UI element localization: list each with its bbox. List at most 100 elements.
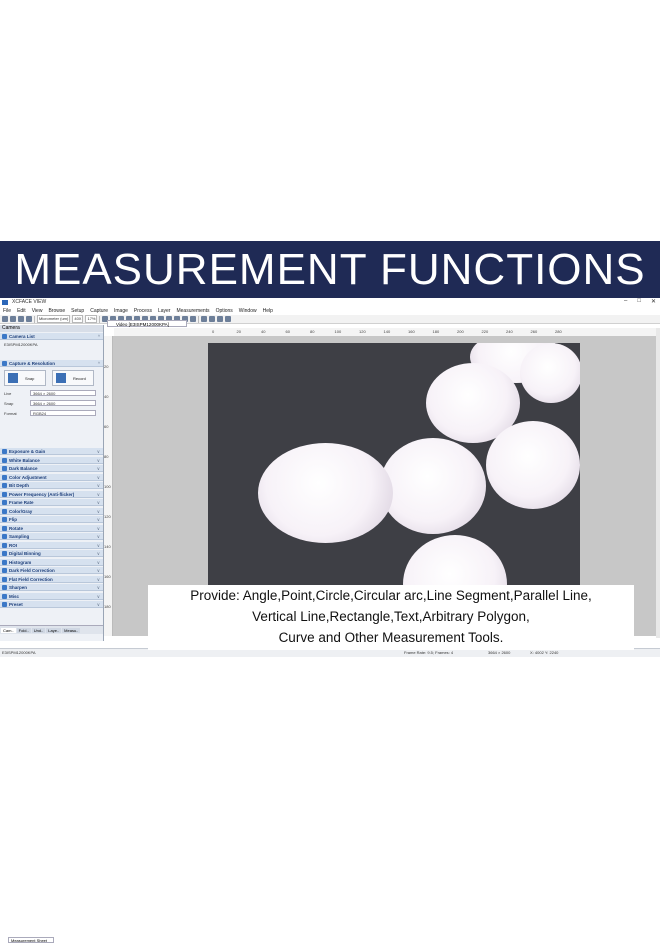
ruler-tick-label: 40 (261, 329, 266, 334)
section-bit-depth[interactable]: Bit Depth ∨ (0, 482, 103, 489)
expand-icon[interactable]: ∨ (97, 542, 100, 549)
expand-icon[interactable]: ∨ (97, 576, 100, 583)
menu-process[interactable]: Process (134, 308, 152, 314)
section-rotate[interactable]: Rotate ∨ (0, 524, 103, 532)
live-resolution-select[interactable]: 3664 × 2600 (30, 390, 96, 396)
video-tab[interactable]: Video [E3ISPM12000KPA] (107, 320, 187, 327)
menu-view[interactable]: View (32, 308, 43, 314)
snap-resolution-select[interactable]: 3664 × 2600 (30, 400, 96, 406)
expand-icon[interactable]: ∨ (97, 491, 100, 498)
section-frame-rate[interactable]: Frame Rate ∨ (0, 499, 103, 506)
feature-caption: Provide: Angle,Point,Circle,Circular arc… (148, 585, 634, 650)
expand-icon[interactable]: ∨ (97, 465, 100, 472)
status-device: E3ISPM12000KPA (2, 650, 36, 655)
menu-options[interactable]: Options (216, 308, 233, 314)
ruler-tick-label: 260 (530, 329, 538, 334)
section-dark-balance[interactable]: Dark Balance ∨ (0, 465, 103, 472)
expand-icon[interactable]: ∨ (97, 584, 100, 591)
menu-edit[interactable]: Edit (17, 308, 26, 314)
section-label: Power Frequency (Anti-flicker) (9, 491, 75, 497)
expand-icon[interactable]: ∨ (97, 482, 100, 489)
camera-device[interactable]: E3ISPM12000KPA (4, 342, 38, 347)
menu-file[interactable]: File (3, 308, 11, 314)
section-icon (2, 517, 7, 522)
menu-window[interactable]: Window (239, 308, 257, 314)
section-flat-field-correction[interactable]: Flat Field Correction ∨ (0, 575, 103, 583)
menu-capture[interactable]: Capture (90, 308, 108, 314)
menu-layer[interactable]: Layer (158, 308, 171, 314)
folder-icon[interactable] (26, 316, 32, 322)
section-color-adjustment[interactable]: Color Adjustment ∨ (0, 473, 103, 481)
collapse-icon[interactable]: ^ (98, 360, 100, 367)
section-flip[interactable]: Flip ∨ (0, 516, 103, 523)
menu-image[interactable]: Image (114, 308, 128, 314)
menu-setup[interactable]: Setup (71, 308, 84, 314)
expand-icon[interactable]: ∨ (97, 516, 100, 523)
print-icon[interactable] (18, 316, 24, 322)
section-sharpen[interactable]: Sharpen ∨ (0, 584, 103, 591)
section-dark-field-correction[interactable]: Dark Field Correction ∨ (0, 567, 103, 574)
panel-header: Camera (0, 325, 103, 332)
ruler-tick-label: 40 (104, 394, 109, 399)
menu-browse[interactable]: Browse (48, 308, 65, 314)
format-select[interactable]: RGB24 (30, 410, 96, 416)
expand-icon[interactable]: ∨ (97, 474, 100, 481)
section-camera-list[interactable]: Camera List ^ (0, 333, 103, 340)
calibrate-icon[interactable] (217, 316, 224, 322)
menu-help[interactable]: Help (263, 308, 273, 314)
layer-icon[interactable] (201, 316, 208, 322)
expand-icon[interactable]: ∨ (97, 550, 100, 557)
expand-icon[interactable]: ∨ (97, 508, 100, 515)
section-histogram[interactable]: Histogram ∨ (0, 558, 103, 566)
expand-icon[interactable]: ∨ (97, 567, 100, 574)
section-color-gray[interactable]: Color/Gray ∨ (0, 507, 103, 515)
expand-icon[interactable]: ∨ (97, 593, 100, 600)
snap-button[interactable]: Snap (4, 370, 46, 386)
measurement-sheet-tab[interactable]: Measurement Sheet (8, 937, 54, 943)
tab-measurement[interactable]: Measu.. (62, 627, 81, 633)
arrow-tool-icon[interactable] (190, 316, 197, 322)
ruler-tick-label: 220 (481, 329, 489, 334)
section-icon (2, 466, 7, 471)
expand-icon[interactable]: ∨ (97, 559, 100, 566)
magnification-select[interactable]: 40X (72, 315, 84, 323)
expand-icon[interactable]: ∨ (97, 448, 100, 455)
section-misc[interactable]: Misc ∨ (0, 592, 103, 600)
expand-icon[interactable]: ∨ (97, 499, 100, 506)
section-digital-binning[interactable]: Digital Binning ∨ (0, 550, 103, 557)
menu-measurements[interactable]: Measurements (176, 308, 209, 314)
tab-layer[interactable]: Laye.. (46, 627, 62, 633)
section-power-frequency-anti-flicker[interactable]: Power Frequency (Anti-flicker) ∨ (0, 490, 103, 498)
ruler-tick-label: 160 (408, 329, 415, 334)
section-capture-resolution[interactable]: Capture & Resolution ^ (0, 360, 103, 367)
export-icon[interactable] (209, 316, 216, 322)
expand-icon[interactable]: ∨ (97, 457, 100, 464)
section-preset[interactable]: Preset ∨ (0, 601, 103, 608)
tab-undo[interactable]: Und.. (31, 627, 46, 633)
tab-folder[interactable]: Fold.. (16, 627, 31, 633)
tab-camera[interactable]: Cam.. (1, 627, 16, 633)
section-white-balance[interactable]: White Balance ∨ (0, 456, 103, 464)
section-label: Color/Gray (9, 508, 33, 514)
zoom-select[interactable]: 17% (85, 315, 98, 323)
settings-icon[interactable] (225, 316, 232, 322)
save-icon[interactable] (10, 316, 16, 322)
unit-select[interactable]: Micrometer (um) (37, 315, 71, 323)
section-roi[interactable]: ROI ∨ (0, 541, 103, 549)
collapse-icon[interactable]: ^ (98, 333, 100, 340)
ruler-tick-label: 180 (104, 604, 111, 609)
ruler-tick-label: 20 (236, 329, 241, 334)
section-sampling[interactable]: Sampling ∨ (0, 533, 103, 540)
open-icon[interactable] (2, 316, 8, 322)
section-label: Flip (9, 517, 17, 522)
maximize-button[interactable]: □ (637, 298, 641, 305)
minimize-button[interactable]: – (624, 298, 627, 305)
section-icon (2, 525, 7, 531)
expand-icon[interactable]: ∨ (97, 525, 100, 532)
expand-icon[interactable]: ∨ (97, 601, 100, 608)
close-button[interactable]: ✕ (651, 298, 656, 305)
section-exposure-gain[interactable]: Exposure & Gain ∨ (0, 448, 103, 455)
record-button[interactable]: Record (52, 370, 94, 386)
expand-icon[interactable]: ∨ (97, 533, 100, 540)
vertical-scrollbar[interactable] (656, 328, 660, 638)
